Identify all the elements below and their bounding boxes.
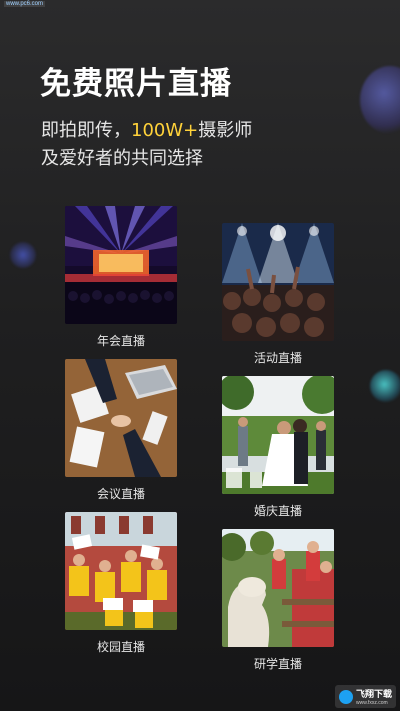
subtitle-prefix: 即拍即传， bbox=[41, 120, 131, 141]
wedding-photo bbox=[222, 376, 334, 494]
category-label: 会议直播 bbox=[96, 487, 145, 501]
subtitle-highlight: 100W+ bbox=[131, 120, 199, 141]
subtitle-suffix: 摄影师 bbox=[198, 120, 253, 141]
category-card-event[interactable]: 活动直播 bbox=[222, 223, 334, 366]
kids-alpaca-photo bbox=[222, 529, 334, 647]
bokeh-light-decoration bbox=[360, 66, 400, 134]
category-label: 年会直播 bbox=[96, 334, 145, 348]
category-label: 校园直播 bbox=[96, 640, 145, 654]
watermark-url: www.fxxz.com bbox=[355, 700, 388, 706]
brand-logo-icon bbox=[338, 689, 353, 704]
category-card-campus[interactable]: 校园直播 bbox=[65, 512, 177, 655]
top-watermark: www.pc6.com bbox=[4, 1, 46, 7]
category-label: 研学直播 bbox=[253, 657, 302, 671]
category-card-wedding[interactable]: 婚庆直播 bbox=[222, 376, 334, 519]
subtitle-line-1: 即拍即传，100W+摄影师 bbox=[41, 116, 252, 142]
school-kids-photo bbox=[65, 512, 177, 630]
crowd-concert-photo bbox=[222, 223, 334, 341]
bokeh-light-decoration bbox=[10, 242, 36, 268]
subtitle-line-2: 及爱好者的共同选择 bbox=[41, 148, 203, 169]
business-meeting-photo bbox=[65, 359, 177, 477]
category-card-annual-meeting[interactable]: 年会直播 bbox=[65, 206, 177, 349]
category-label: 婚庆直播 bbox=[253, 504, 302, 518]
bottom-watermark: 飞翔下载 www.fxxz.com bbox=[334, 685, 396, 708]
bokeh-light-decoration bbox=[370, 370, 400, 402]
concert-stage-photo bbox=[65, 206, 177, 324]
watermark-brand: 飞翔下载 bbox=[355, 690, 392, 700]
category-label: 活动直播 bbox=[253, 351, 302, 365]
category-card-study-tour[interactable]: 研学直播 bbox=[222, 529, 334, 672]
category-card-conference[interactable]: 会议直播 bbox=[65, 359, 177, 502]
page-title: 免费照片直播 bbox=[40, 66, 232, 102]
